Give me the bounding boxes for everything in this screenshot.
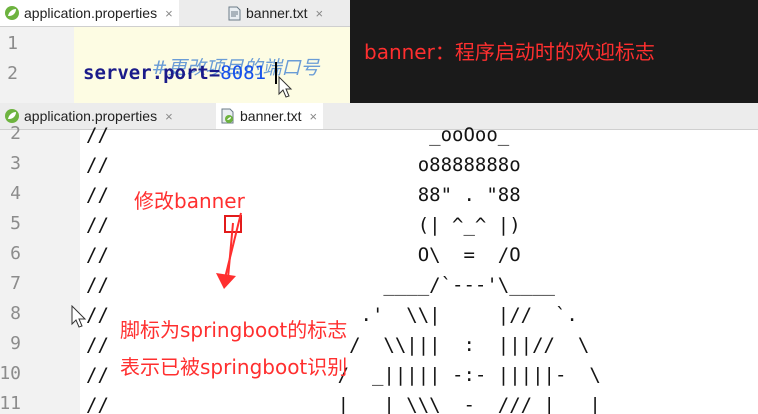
- tab-label: banner.txt: [246, 5, 308, 21]
- mouse-pointer-icon: [71, 305, 87, 328]
- banner-description: banner：程序启动时的欢迎标志: [364, 40, 655, 64]
- top-tab-bar: application.properties × banner.txt ×: [0, 0, 350, 27]
- top-editor: application.properties × banner.txt × 1 …: [0, 0, 350, 103]
- code-area[interactable]: #更改项目的端口号 server.port=8081: [74, 27, 350, 103]
- property-value: 8081: [220, 62, 267, 84]
- line-number: 2: [7, 63, 18, 84]
- tab-application-properties[interactable]: application.properties ×: [0, 0, 179, 26]
- property-key: server.port=: [83, 62, 221, 84]
- bottom-editor: application.properties × banner.txt × 2 …: [0, 103, 758, 414]
- code-line-server-port: server.port=8081: [83, 62, 266, 84]
- text-caret: [275, 62, 277, 84]
- text-file-icon: [228, 6, 241, 21]
- footer-note-line1: 脚标为springboot的标志: [120, 318, 348, 342]
- tab-label: application.properties: [24, 5, 158, 21]
- annotation-panel: banner：程序启动时的欢迎标志: [350, 0, 758, 103]
- close-icon[interactable]: ×: [165, 6, 173, 21]
- spring-leaf-icon: [4, 5, 20, 21]
- mouse-pointer-icon: [278, 76, 293, 98]
- close-icon[interactable]: ×: [316, 6, 324, 21]
- line-number: 1: [7, 33, 18, 54]
- arrow-icon: [216, 212, 242, 289]
- line-number-gutter: 1 2: [0, 27, 74, 103]
- footer-note-line2: 表示已被springboot识别: [120, 355, 348, 379]
- tab-banner-txt[interactable]: banner.txt ×: [224, 0, 329, 26]
